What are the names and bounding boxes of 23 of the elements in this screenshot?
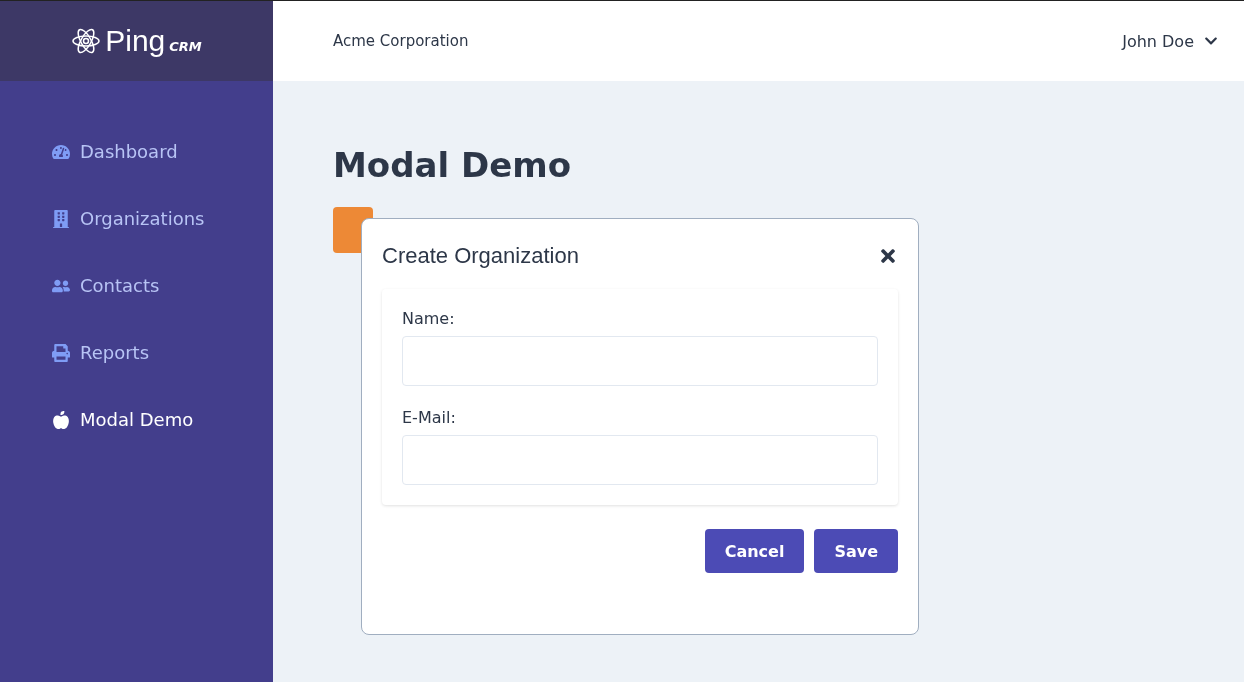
nav-icon — [52, 209, 70, 228]
logo-name: Ping — [105, 24, 166, 58]
sidebar-item[interactable]: Modal Demo — [52, 409, 273, 430]
atom-icon — [71, 26, 102, 56]
logo-suffix: CRM — [169, 38, 202, 54]
field-label: Name: — [402, 309, 456, 328]
input-field[interactable] — [402, 336, 878, 386]
cancel-button[interactable]: Cancel — [704, 529, 805, 573]
field-label: E-Mail: — [402, 408, 457, 427]
sidebar-item[interactable]: Reports — [52, 342, 273, 363]
organization-name: Acme Corporation — [333, 32, 469, 50]
sidebar-item[interactable]: Dashboard — [52, 141, 273, 162]
input-field[interactable] — [402, 435, 878, 485]
sidebar-item[interactable]: Organizations — [52, 208, 273, 229]
user-menu[interactable]: John Doe — [1116, 30, 1224, 52]
close-button[interactable] — [878, 246, 898, 266]
nav-icon — [52, 343, 70, 362]
modal-title: Create Organization — [382, 243, 579, 269]
save-button[interactable]: Save — [814, 529, 898, 573]
sidebar-item[interactable]: Contacts — [52, 275, 273, 296]
nav-icon — [52, 410, 70, 429]
page-title: Modal Demo — [333, 145, 573, 185]
nav-icon — [52, 142, 70, 161]
